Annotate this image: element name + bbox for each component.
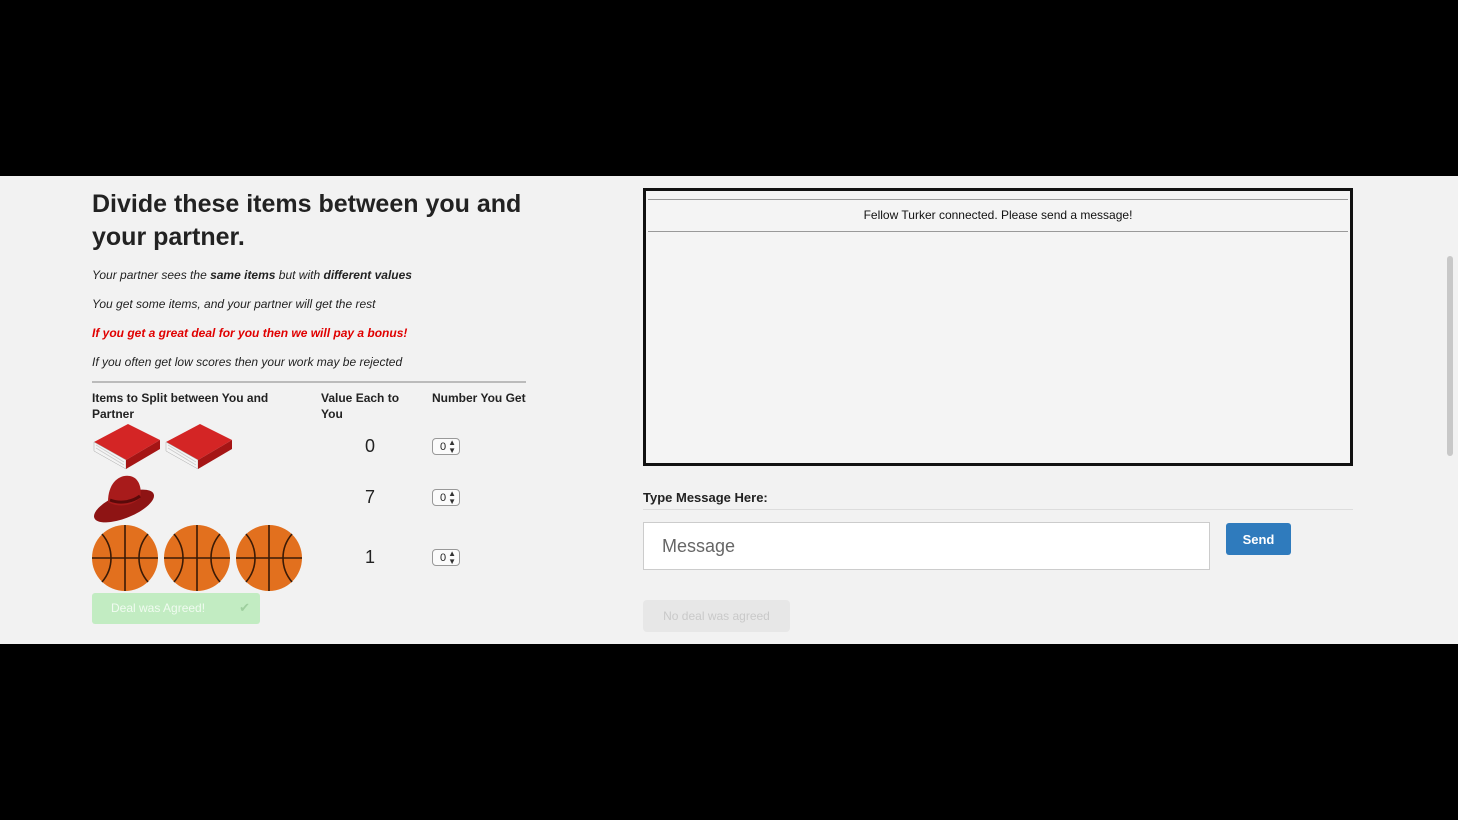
no-deal-button[interactable]: No deal was agreed (643, 600, 790, 632)
stepper-arrows-icon: ▲ ▼ (448, 438, 456, 455)
quantity-select-value: 0 (440, 441, 447, 453)
column-header-count: Number You Get (432, 391, 526, 405)
deal-agreed-button[interactable]: Deal was Agreed! ✔ (92, 593, 260, 624)
instruction-text: Your partner sees the (92, 268, 211, 282)
hat-icon (93, 475, 155, 523)
quantity-select[interactable]: 0 ▲ ▼ (432, 438, 460, 455)
item-value: 0 (364, 436, 375, 456)
item-row-hat (90, 472, 162, 531)
page-title: Divide these items between you and your … (92, 190, 522, 251)
basketball-icon (92, 525, 302, 591)
quantity-select[interactable]: 0 ▲ ▼ (432, 549, 460, 566)
stepper-arrows-icon: ▲ ▼ (448, 549, 456, 566)
message-label: Type Message Here: (643, 490, 768, 505)
item-row-balls (90, 524, 306, 599)
instruction-emphasis: same items (210, 268, 276, 282)
divider (643, 509, 1353, 510)
quantity-select[interactable]: 0 ▲ ▼ (432, 489, 460, 506)
scrollbar[interactable] (1447, 256, 1453, 456)
column-header-items: Items to Split between You and Partner (92, 391, 269, 421)
book-icon (93, 424, 232, 470)
chat-status-message: Fellow Turker connected. Please send a m… (648, 199, 1348, 232)
chat-log[interactable]: Fellow Turker connected. Please send a m… (643, 188, 1353, 466)
item-value: 1 (364, 547, 375, 567)
quantity-select-value: 0 (440, 492, 447, 504)
instruction-same-items: Your partner sees the same items but wit… (92, 268, 412, 282)
instruction-text: but with (275, 268, 324, 282)
divider (92, 381, 526, 383)
negotiation-page: Divide these items between you and your … (0, 176, 1458, 644)
message-input[interactable] (643, 522, 1210, 570)
instruction-split: You get some items, and your partner wil… (92, 297, 376, 311)
check-icon: ✔ (239, 600, 250, 615)
quantity-select-value: 0 (440, 552, 447, 564)
instruction-rejection: If you often get low scores then your wo… (92, 355, 403, 369)
column-header-value: Value Each to You (321, 391, 400, 421)
item-value: 7 (364, 487, 375, 507)
send-button[interactable]: Send (1226, 523, 1291, 555)
instruction-emphasis: different values (323, 268, 412, 282)
instruction-bonus: If you get a great deal for you then we … (92, 326, 408, 340)
stepper-arrows-icon: ▲ ▼ (448, 489, 456, 506)
item-row-books (90, 420, 235, 479)
deal-agreed-label: Deal was Agreed! (111, 601, 206, 615)
